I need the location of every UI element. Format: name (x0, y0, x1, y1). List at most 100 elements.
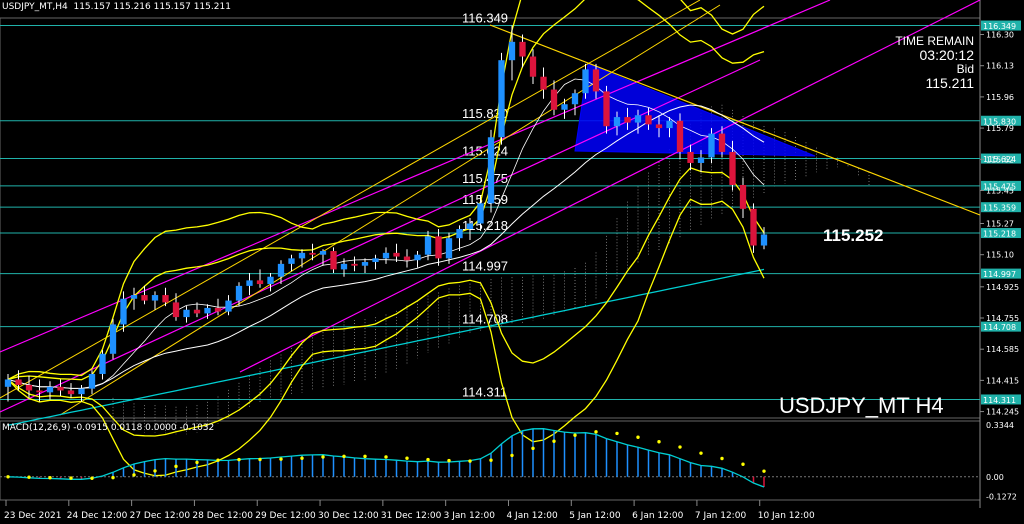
candle-body (582, 69, 589, 94)
candle-body (498, 60, 505, 138)
candle-body (529, 56, 537, 77)
candle-body (382, 252, 390, 259)
y-tick-label: 115.79 (986, 124, 1014, 133)
macd-signal-dot (342, 454, 346, 459)
candle-body (550, 89, 558, 110)
candle-body (88, 373, 96, 389)
chart-window: { "header": { "symbol": "USDJPY_MT,H4", … (0, 0, 1024, 524)
candle-body (246, 280, 253, 286)
macd-signal-dot (6, 475, 10, 479)
candle-body (571, 93, 579, 105)
x-tick-label: 28 Dec 12:00 (192, 511, 253, 521)
candle-body (655, 124, 663, 129)
candle-body (414, 254, 421, 261)
candle-body (172, 302, 180, 318)
y-tick-label: 114.755 (986, 314, 1019, 323)
candle-body (46, 386, 54, 393)
macd-signal-dot (615, 431, 619, 436)
level-price-tag-text: 115.218 (983, 230, 1016, 239)
y-tick-label: 114.245 (986, 408, 1019, 417)
candle-body (214, 307, 222, 312)
candle-body (424, 236, 432, 255)
candle-body (435, 236, 442, 259)
macd-signal-dot (678, 445, 682, 449)
macd-y-tick-label: 0.00 (986, 473, 1004, 482)
trendline-up-1 (0, 0, 701, 399)
price-chart[interactable]: 116.349116.349115.830115.830115.624115.6… (0, 0, 1024, 524)
macd-signal-dot (69, 476, 73, 480)
level-label: 114.997 (462, 259, 508, 274)
macd-signal-dot (300, 456, 304, 460)
x-tick-label: 3 Jan 12:00 (444, 511, 496, 521)
macd-signal-dot (489, 458, 493, 462)
candle-body (456, 229, 463, 239)
macd-signal-dot (195, 460, 199, 465)
macd-signal-dot (363, 454, 367, 459)
bid-label: Bid (956, 62, 974, 76)
x-tick-label: 29 Dec 12:00 (255, 511, 316, 521)
candle-body (256, 280, 264, 285)
candle-body (634, 115, 642, 123)
candle-body (624, 117, 631, 123)
macd-signal-dot (321, 455, 325, 459)
candle-body (445, 238, 453, 259)
x-tick-label: 24 Dec 12:00 (67, 511, 128, 521)
x-tick-label: 23 Dec 2021 (4, 511, 62, 521)
y-tick-label: 115.45 (986, 186, 1014, 195)
candle-body (487, 137, 495, 204)
current-price-label: 115.252 (823, 226, 884, 245)
candle-body (15, 379, 22, 385)
macd-signal-dot (27, 475, 31, 479)
candle-body (298, 252, 306, 259)
macd-signal-dot (762, 469, 766, 473)
macd-y-tick-label: -0.1272 (986, 492, 1017, 501)
macd-signal-dot (468, 459, 472, 463)
candle-body (403, 256, 411, 261)
x-tick-label: 27 Dec 12:00 (130, 511, 191, 521)
candle-body (235, 285, 243, 301)
level-label: 114.311 (462, 384, 507, 399)
macd-signal-dot (216, 458, 220, 462)
time-remain-label: TIME REMAIN (895, 34, 974, 48)
x-tick-label: 31 Dec 12:00 (381, 511, 442, 521)
candle-body (466, 223, 474, 230)
y-tick-label: 115.27 (986, 220, 1014, 229)
candle-body (162, 295, 169, 303)
macd-signal-dot (90, 476, 94, 480)
level-price-tag-text: 114.997 (983, 270, 1016, 279)
watermark: USDJPY_MT H4 (779, 393, 944, 418)
macd-signal-dot (405, 456, 409, 460)
macd-signal-dot (720, 456, 724, 461)
candle-body (666, 120, 673, 129)
y-tick-label: 115.62 (986, 155, 1014, 164)
candle-body (277, 263, 285, 277)
macd-signal-dot (447, 458, 451, 463)
candle-body (57, 386, 64, 391)
candle-body (687, 151, 694, 163)
macd-signal-dot (531, 446, 535, 451)
candle-body (267, 276, 274, 285)
macd-y-tick-label: 0.3344 (986, 421, 1014, 430)
level-price-tag-text: 115.359 (983, 204, 1016, 213)
y-tick-label: 114.415 (986, 376, 1019, 385)
level-price-tag-text: 114.311 (983, 396, 1016, 405)
candle-body (477, 203, 484, 224)
candle-body (760, 234, 768, 246)
candle-body (351, 263, 358, 266)
candle-body (645, 115, 652, 125)
candle-body (141, 295, 148, 301)
candle-body (739, 184, 747, 209)
bollinger-lower-3 (7, 198, 765, 477)
candle-body (361, 262, 369, 266)
candle-body (372, 258, 379, 263)
y-tick-label: 116.30 (986, 31, 1014, 40)
macd-signal-dot (636, 435, 640, 439)
candle-body (193, 309, 201, 314)
channel-middle (0, 59, 761, 413)
candle-body (99, 353, 106, 374)
macd-signal-dot (699, 451, 703, 455)
candle-body (729, 151, 736, 185)
candle-body (120, 298, 127, 325)
x-tick-label: 5 Jan 12:00 (569, 511, 621, 521)
x-tick-label: 4 Jan 12:00 (506, 511, 558, 521)
